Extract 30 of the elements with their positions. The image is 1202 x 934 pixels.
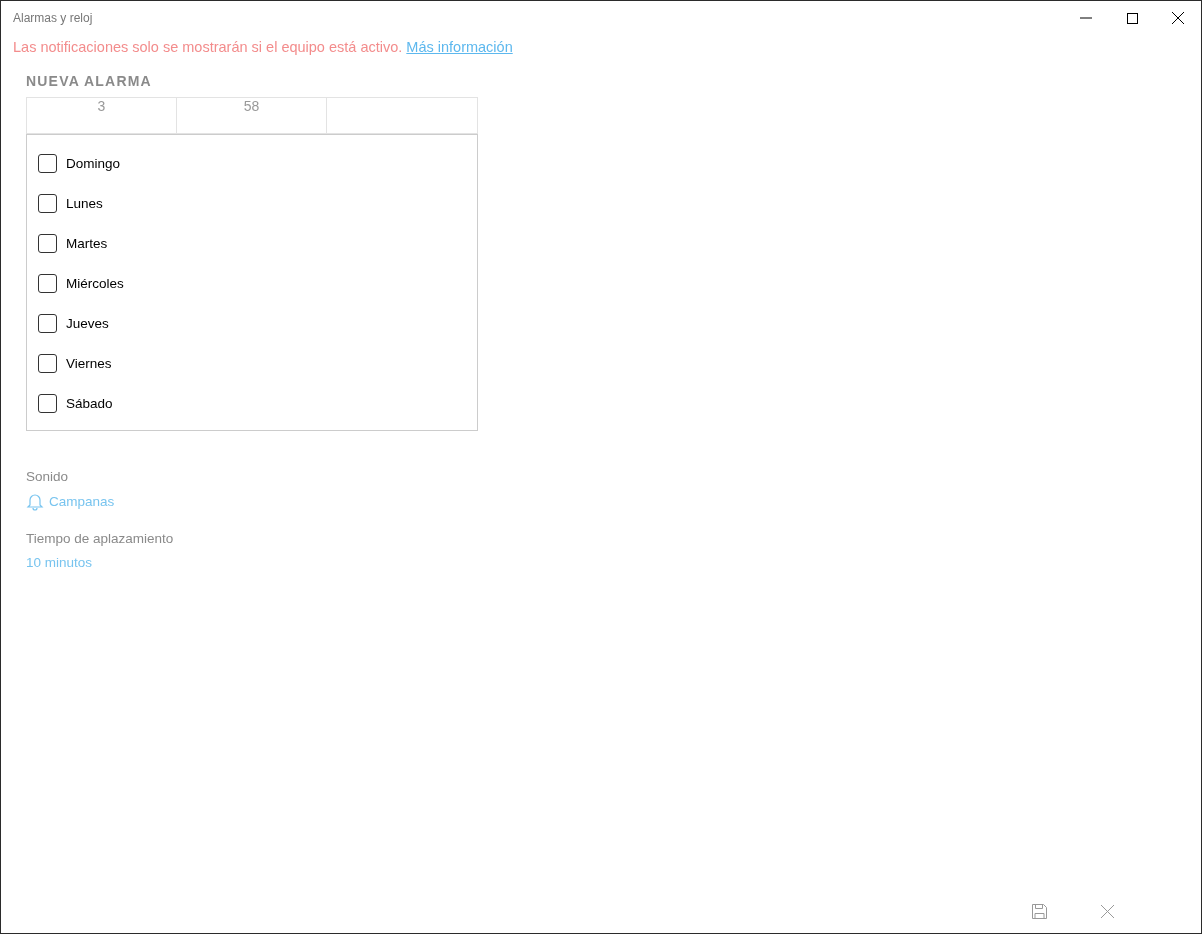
snooze-label: Tiempo de aplazamiento (26, 531, 174, 546)
day-checkbox[interactable] (38, 393, 57, 413)
day-checkbox[interactable] (38, 153, 57, 173)
close-icon (1100, 904, 1114, 918)
day-label: Sábado (66, 395, 113, 411)
day-label: Martes (66, 235, 108, 251)
snooze-value[interactable]: 10 minutos (26, 555, 93, 570)
window-title: Alarmas y reloj (13, 11, 93, 25)
day-label: Viernes (66, 355, 112, 371)
sound-label: Sonido (26, 469, 69, 484)
day-label: Domingo (66, 155, 121, 171)
section-heading: NUEVA ALARMA (26, 73, 152, 89)
day-label: Lunes (66, 195, 103, 211)
day-label: Jueves (66, 315, 109, 331)
time-picker-column[interactable]: 58 (177, 98, 327, 133)
sound-value[interactable]: Campanas (49, 494, 115, 509)
more-info-link[interactable]: Más información (406, 39, 513, 55)
day-checkbox[interactable] (38, 313, 57, 333)
close-icon (1172, 12, 1184, 24)
day-label: Miércoles (66, 275, 124, 291)
day-checkbox[interactable] (38, 233, 57, 253)
notification-message: Las notificaciones solo se mostrarán si el equipo está activo. Más información (12, 38, 514, 57)
bell-icon (26, 492, 44, 511)
day-checkbox[interactable] (38, 353, 57, 373)
time-picker-column[interactable]: 3 (27, 98, 177, 133)
save-icon (1031, 903, 1047, 919)
minimize-icon (1080, 17, 1092, 19)
day-checkbox[interactable] (38, 273, 57, 293)
day-checkbox[interactable] (38, 193, 57, 213)
maximize-icon (1126, 12, 1138, 24)
